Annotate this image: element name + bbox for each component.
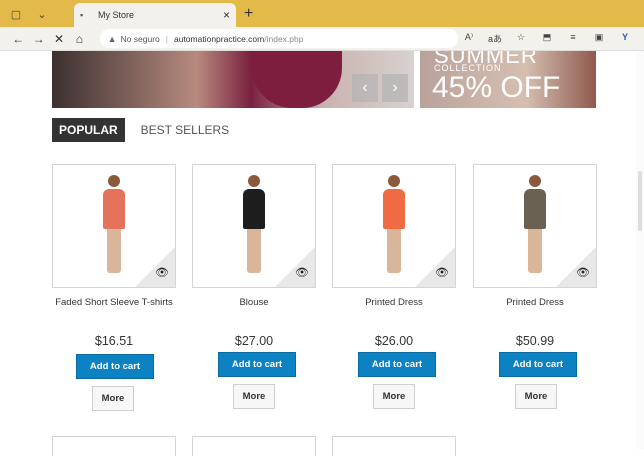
- add-to-cart-button[interactable]: Add to cart: [358, 352, 436, 377]
- browser-tab-bar: ▢ ⌄ ▪ My Store × +: [0, 0, 644, 27]
- product-image[interactable]: [99, 175, 129, 279]
- product-price: $16.51: [94, 334, 134, 348]
- extension-icon[interactable]: ⬒: [536, 32, 558, 45]
- product-image[interactable]: [239, 175, 269, 279]
- product-card-partial[interactable]: [52, 436, 176, 456]
- address-separator: |: [165, 33, 168, 44]
- model-head: [108, 175, 120, 187]
- product-card[interactable]: 👁: [473, 164, 597, 288]
- model-legs: [387, 229, 401, 273]
- model-dress: [243, 189, 265, 229]
- product-card-partial[interactable]: [192, 436, 316, 456]
- product-card[interactable]: 👁: [192, 164, 316, 288]
- page-scrollbar[interactable]: [636, 51, 644, 449]
- forward-icon[interactable]: →: [28, 32, 48, 46]
- model-legs: [247, 229, 261, 273]
- model-legs: [528, 229, 542, 273]
- more-button[interactable]: More: [515, 384, 557, 409]
- product-name[interactable]: Blouse: [192, 296, 316, 310]
- tab-best-sellers[interactable]: BEST SELLERS: [141, 123, 230, 137]
- product-tabs: POPULAR BEST SELLERS: [52, 118, 229, 142]
- quick-view-eye-icon[interactable]: 👁: [155, 266, 169, 279]
- quick-view-eye-icon[interactable]: 👁: [295, 266, 309, 279]
- tab-popular[interactable]: POPULAR: [52, 118, 125, 142]
- new-tab-button[interactable]: +: [244, 5, 253, 23]
- browser-tools: A⁾ aあ ☆ ⬒ ≡ ▣ Y: [458, 32, 644, 45]
- window-icon[interactable]: ▣: [588, 32, 610, 45]
- tab-close-icon[interactable]: ×: [223, 8, 230, 22]
- security-label: No seguro: [120, 33, 160, 44]
- profile-icon[interactable]: Y: [614, 32, 636, 45]
- slider-image: [252, 51, 342, 108]
- product-card[interactable]: 👁: [332, 164, 456, 288]
- scrollbar-thumb[interactable]: [638, 171, 642, 231]
- address-toolbar: ← → ✕ ⌂ ▲ No seguro | automationpractice…: [0, 27, 644, 51]
- product-card[interactable]: 👁: [52, 164, 176, 288]
- product-name[interactable]: Printed Dress: [332, 296, 456, 310]
- product-image[interactable]: [520, 175, 550, 279]
- more-button[interactable]: More: [373, 384, 415, 409]
- browser-tab[interactable]: ▪ My Store ×: [74, 3, 236, 27]
- model-head: [529, 175, 541, 187]
- slider-prev-button[interactable]: ‹: [352, 74, 378, 102]
- model-dress: [524, 189, 546, 229]
- add-to-cart-button[interactable]: Add to cart: [76, 354, 154, 379]
- favicon-icon: ▪: [80, 10, 84, 20]
- product-card-partial[interactable]: [332, 436, 456, 456]
- summer-collection-banner[interactable]: SUMMER COLLECTION 45% OFF: [420, 51, 596, 108]
- product-price: $26.00: [374, 334, 414, 348]
- menu-icon[interactable]: ≡: [562, 32, 584, 45]
- model-head: [248, 175, 260, 187]
- translate-icon[interactable]: aあ: [484, 32, 506, 45]
- stop-icon[interactable]: ✕: [49, 32, 69, 46]
- warning-icon: ▲: [107, 33, 117, 44]
- product-name[interactable]: Faded Short Sleeve T-shirts: [52, 296, 176, 310]
- url-host: automationpractice.com: [173, 33, 265, 44]
- tab-title: My Store: [98, 10, 135, 20]
- read-aloud-icon[interactable]: A⁾: [458, 32, 480, 45]
- more-button[interactable]: More: [233, 384, 275, 409]
- product-price: $50.99: [515, 334, 555, 348]
- product-image[interactable]: [379, 175, 409, 279]
- slider-next-button[interactable]: ›: [382, 74, 408, 102]
- product-name[interactable]: Printed Dress: [473, 296, 597, 310]
- add-to-cart-button[interactable]: Add to cart: [218, 352, 296, 377]
- model-head: [388, 175, 400, 187]
- banner-line3: 45% OFF: [432, 71, 561, 104]
- quick-view-eye-icon[interactable]: 👁: [576, 266, 590, 279]
- address-bar[interactable]: ▲ No seguro | automationpractice.com /in…: [99, 29, 458, 48]
- home-icon[interactable]: ⌂: [69, 32, 89, 46]
- model-dress: [103, 189, 125, 229]
- tab-actions-icon[interactable]: ▢: [6, 4, 26, 24]
- product-price: $27.00: [234, 334, 274, 348]
- model-legs: [107, 229, 121, 273]
- collections-icon[interactable]: ⌄: [32, 4, 52, 24]
- favorite-icon[interactable]: ☆: [510, 32, 532, 45]
- more-button[interactable]: More: [92, 386, 134, 411]
- quick-view-eye-icon[interactable]: 👁: [435, 266, 449, 279]
- url-path: /index.php: [264, 33, 304, 44]
- add-to-cart-button[interactable]: Add to cart: [499, 352, 577, 377]
- model-dress: [383, 189, 405, 229]
- back-icon[interactable]: ←: [8, 32, 28, 46]
